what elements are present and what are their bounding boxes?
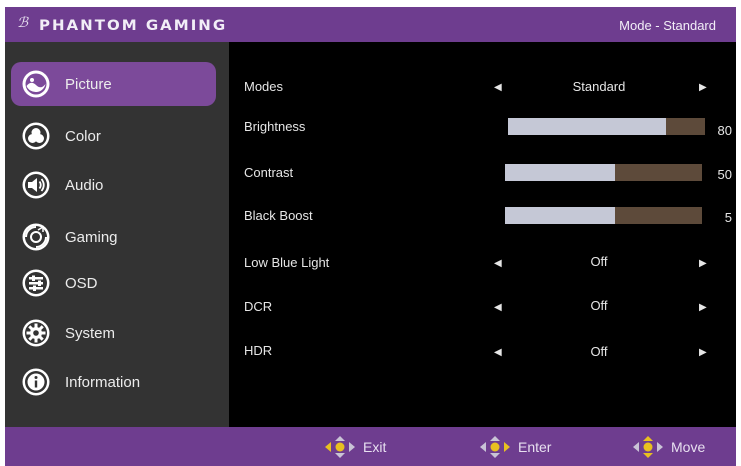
sidebar-item-label: Information <box>65 373 141 391</box>
low-blue-light-left-arrow-icon[interactable]: ◀ <box>494 258 502 269</box>
audio-icon <box>21 170 51 200</box>
modes-label: Modes <box>244 79 284 94</box>
low-blue-light-right-arrow-icon[interactable]: ▶ <box>699 258 707 269</box>
sidebar-item-label: Picture <box>65 75 112 93</box>
osd-window: ℬ PHANTOM GAMING Mode - Standard Picture <box>5 7 736 466</box>
hdr-value[interactable]: Off <box>539 344 659 359</box>
modes-value[interactable]: Standard <box>539 79 659 94</box>
move-hint[interactable]: Move <box>633 436 705 458</box>
color-icon <box>21 121 51 151</box>
exit-label: Exit <box>363 439 387 455</box>
brand-name: PHANTOM GAMING <box>39 16 228 34</box>
black-boost-label: Black Boost <box>244 208 313 223</box>
low-blue-light-label: Low Blue Light <box>244 255 330 270</box>
brightness-label: Brightness <box>244 119 306 134</box>
black-boost-slider[interactable] <box>505 207 702 224</box>
brightness-slider[interactable] <box>508 118 705 135</box>
joystick-left-icon <box>325 436 355 458</box>
osd-header: ℬ PHANTOM GAMING Mode - Standard <box>5 7 736 42</box>
dcr-left-arrow-icon[interactable]: ◀ <box>494 302 502 313</box>
brightness-slider-fill <box>508 118 666 135</box>
gaming-icon <box>21 222 51 252</box>
information-icon <box>21 367 51 397</box>
modes-left-arrow-icon[interactable]: ◀ <box>494 82 502 93</box>
dcr-value[interactable]: Off <box>539 298 659 313</box>
hdr-right-arrow-icon[interactable]: ▶ <box>699 347 707 358</box>
current-mode-label: Mode - Standard <box>619 18 716 33</box>
move-label: Move <box>671 439 706 455</box>
sidebar-item-label: Audio <box>65 176 104 194</box>
osd-footer: Exit Enter Move <box>5 427 736 466</box>
sidebar-item-label: Color <box>65 127 101 145</box>
sidebar-item-label: OSD <box>65 274 98 292</box>
picture-settings-panel: Modes ◀ Standard ▶ Brightness 80 Contras… <box>229 42 736 427</box>
sidebar-item-picture[interactable]: Picture <box>11 62 216 106</box>
dcr-label: DCR <box>244 299 273 314</box>
hdr-label: HDR <box>244 343 273 358</box>
sidebar-item-system[interactable]: System <box>11 311 216 355</box>
sidebar-item-gaming[interactable]: Gaming <box>11 215 216 259</box>
dcr-right-arrow-icon[interactable]: ▶ <box>699 302 707 313</box>
sidebar: Picture Color Audio Gaming OSD System In… <box>5 42 229 427</box>
joystick-right-icon <box>480 436 510 458</box>
enter-hint[interactable]: Enter <box>480 436 551 458</box>
sidebar-item-information[interactable]: Information <box>11 360 216 404</box>
low-blue-light-value[interactable]: Off <box>539 254 659 269</box>
brightness-value: 80 <box>717 123 732 138</box>
modes-right-arrow-icon[interactable]: ▶ <box>699 82 707 93</box>
phantom-gaming-logo-icon: ℬ <box>17 15 29 31</box>
black-boost-slider-fill <box>505 207 616 224</box>
hdr-left-arrow-icon[interactable]: ◀ <box>494 347 502 358</box>
sidebar-item-label: System <box>65 324 116 342</box>
exit-hint[interactable]: Exit <box>325 436 386 458</box>
joystick-up-down-icon <box>633 436 663 458</box>
picture-icon <box>21 69 51 99</box>
sidebar-item-label: Gaming <box>65 228 118 246</box>
contrast-label: Contrast <box>244 165 294 180</box>
contrast-value: 50 <box>717 167 732 182</box>
gear-icon <box>21 318 51 348</box>
sidebar-item-osd[interactable]: OSD <box>11 261 216 305</box>
contrast-slider-fill <box>505 164 616 181</box>
contrast-slider[interactable] <box>505 164 702 181</box>
osd-icon <box>21 268 51 298</box>
black-boost-value: 5 <box>724 210 732 225</box>
enter-label: Enter <box>518 439 552 455</box>
sidebar-item-audio[interactable]: Audio <box>11 163 216 207</box>
sidebar-item-color[interactable]: Color <box>11 114 216 158</box>
